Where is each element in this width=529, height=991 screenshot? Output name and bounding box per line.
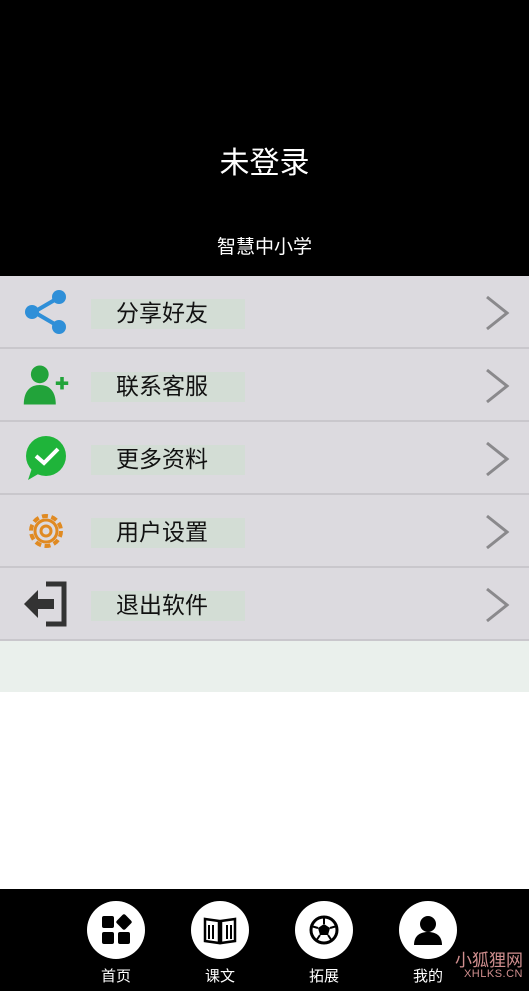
tab-lessons[interactable]: 课文 [180,901,260,989]
chevron-right-icon [486,441,510,477]
tab-label: 课文 [204,967,235,985]
menu-item-contact-service[interactable]: 联系客服 [0,349,529,422]
chevron-right-icon [486,368,510,404]
exit-icon [24,581,67,627]
ball-icon [295,901,353,959]
menu-item-more-materials[interactable]: 更多资料 [0,422,529,495]
chevron-right-icon [486,295,510,331]
grid-icon [87,901,145,959]
menu-item-exit[interactable]: 退出软件 [0,568,529,641]
book-icon [191,901,249,959]
watermark-text: 小狐狸网 [455,950,523,970]
watermark-sub: XHLKS.CN [463,968,523,981]
chevron-right-icon [486,514,510,550]
tab-label: 拓展 [308,967,339,985]
menu-label: 更多资料 [91,445,245,475]
add-user-icon [23,365,69,405]
menu-label: 退出软件 [91,591,245,621]
watermark: 小狐狸网 XHLKS.CN [455,950,523,981]
settings-menu: 分享好友 联系客服 更多资料 用户设置 退出软件 [0,276,529,641]
app-name: 智慧中小学 [216,236,312,258]
menu-item-share[interactable]: 分享好友 [0,276,529,349]
menu-label: 用户设置 [91,518,245,548]
tab-label: 首页 [100,967,131,985]
wechat-icon [26,436,66,480]
menu-label: 联系客服 [91,372,245,402]
share-icon [25,290,66,334]
tab-extension[interactable]: 拓展 [284,901,364,989]
login-status[interactable]: 未登录 [0,138,529,182]
menu-item-user-settings[interactable]: 用户设置 [0,495,529,568]
user-icon [399,901,457,959]
gear-icon [29,514,63,548]
profile-header: 未登录 智慧中小学 [0,0,529,276]
menu-label: 分享好友 [91,299,245,329]
tab-home[interactable]: 首页 [76,901,156,989]
chevron-right-icon [486,587,510,623]
bottom-tab-bar: 首页 课文 拓展 我的 小狐狸网 XHLKS.CN [0,889,529,991]
menu-footer-band [0,641,529,692]
